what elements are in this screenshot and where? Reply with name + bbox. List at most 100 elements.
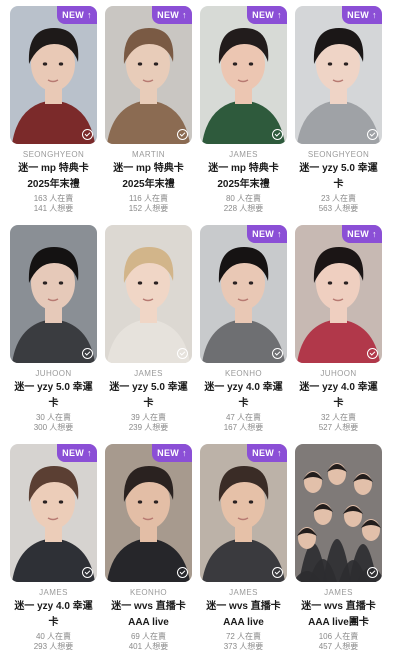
arrow-up-icon: ↑: [372, 9, 377, 20]
photocard-item[interactable]: NEW ↑ MARTIN 迷一 mp 特典卡 2025年末禮 116 人在賣 15…: [105, 6, 192, 225]
member-portrait: [10, 444, 97, 582]
wanted-count: 167 人想要: [223, 423, 264, 432]
selling-count: 39 人在賣: [130, 413, 167, 422]
card-title-line1: 迷一 mp 特典卡: [113, 163, 184, 174]
arrow-up-icon: ↑: [182, 9, 187, 20]
new-badge: NEW ↑: [57, 444, 97, 462]
member-name: KEONHO: [129, 588, 168, 597]
card-title-line2: AAA live團卡: [308, 617, 369, 628]
wanted-count: 228 人想要: [223, 204, 264, 213]
photocard-item[interactable]: NEW↑ JUHOON 迷一 yzy 5.0 幸運 卡 30 人在賣 300 人…: [10, 225, 97, 444]
photocard-image[interactable]: NEW↑: [105, 225, 192, 363]
card-title-line2: 卡: [238, 398, 249, 409]
photocard-item[interactable]: NEW ↑ JAMES 迷一 wvs 直播卡 AAA live 72 人在賣 37…: [200, 444, 287, 663]
selling-count: 32 人在賣: [320, 413, 357, 422]
photocard-item[interactable]: NEW↑ JAMES 迷一 yzy 5.0 幸運 卡 39 人在賣 239 人想…: [105, 225, 192, 444]
member-name: JAMES: [229, 150, 258, 159]
photocard-item[interactable]: NEW ↑ KEONHO 迷一 wvs 直播卡 AAA live 69 人在賣 4…: [105, 444, 192, 663]
card-title-line2: 卡: [48, 398, 59, 409]
photocard-image[interactable]: NEW↑: [200, 444, 287, 582]
check-circle-icon[interactable]: [272, 348, 283, 359]
wanted-count: 457 人想要: [318, 642, 359, 651]
selling-count: 69 人在賣: [130, 632, 167, 641]
selling-count: 40 人在賣: [35, 632, 72, 641]
arrow-up-icon: ↑: [277, 9, 282, 20]
card-title-line2: 2025年末禮: [27, 179, 80, 190]
photocard-item[interactable]: NEW ↑ JUHOON 迷一 yzy 4.0 幸運 卡 32 人在賣 527 人…: [295, 225, 382, 444]
selling-count: 116 人在賣: [129, 194, 168, 203]
check-circle-icon[interactable]: [272, 129, 283, 140]
member-name: JAMES: [324, 588, 353, 597]
photocard-image[interactable]: NEW↑: [200, 225, 287, 363]
photocard-item[interactable]: NEW ↑ KEONHO 迷一 yzy 4.0 幸運 卡 47 人在賣 167 人…: [200, 225, 287, 444]
check-circle-icon[interactable]: [82, 567, 93, 578]
new-badge: NEW ↑: [152, 6, 192, 24]
new-badge-label: NEW: [252, 229, 275, 239]
photocard-image[interactable]: NEW↑: [295, 225, 382, 363]
new-badge-label: NEW: [252, 448, 275, 458]
member-name: JAMES: [134, 369, 163, 378]
photocard-item[interactable]: NEW↑ JAMES 迷一 wvs 直播卡 AAA live團卡 106 人在賣…: [295, 444, 382, 663]
member-portrait: [200, 444, 287, 582]
selling-count: 106 人在賣: [318, 632, 359, 641]
check-circle-icon[interactable]: [272, 567, 283, 578]
member-portrait: [105, 444, 192, 582]
arrow-up-icon: ↑: [87, 447, 92, 458]
wanted-count: 300 人想要: [33, 423, 74, 432]
selling-count: 47 人在賣: [225, 413, 262, 422]
check-circle-icon[interactable]: [177, 567, 188, 578]
check-circle-icon[interactable]: [367, 348, 378, 359]
photocard-image[interactable]: NEW↑: [295, 6, 382, 144]
photocard-image[interactable]: NEW↑: [105, 6, 192, 144]
card-title-line1: 迷一 yzy 4.0 幸運: [204, 382, 283, 393]
member-name: MARTIN: [132, 150, 165, 159]
photocard-item[interactable]: NEW ↑ SEONGHYEON 迷一 yzy 5.0 幸運 卡 23 人在賣 5…: [295, 6, 382, 225]
member-portrait: [295, 6, 382, 144]
card-title-line1: 迷一 mp 特典卡: [18, 163, 89, 174]
photocard-item[interactable]: NEW ↑ JAMES 迷一 yzy 4.0 幸運 卡 40 人在賣 293 人想…: [10, 444, 97, 663]
photocard-image[interactable]: NEW↑: [10, 444, 97, 582]
check-circle-icon[interactable]: [82, 348, 93, 359]
photocard-image[interactable]: NEW↑: [10, 225, 97, 363]
selling-count: 163 人在賣: [33, 194, 74, 203]
new-badge: NEW ↑: [152, 444, 192, 462]
wanted-count: 401 人想要: [128, 642, 169, 651]
new-badge: NEW ↑: [247, 225, 287, 243]
member-portrait: [295, 444, 382, 582]
member-name: JUHOON: [35, 369, 72, 378]
check-circle-icon[interactable]: [367, 129, 378, 140]
photocard-image[interactable]: NEW↑: [200, 6, 287, 144]
card-title-line2: 卡: [333, 398, 344, 409]
member-portrait: [10, 6, 97, 144]
new-badge-label: NEW: [62, 10, 85, 20]
photocard-item[interactable]: NEW ↑ JAMES 迷一 mp 特典卡 2025年末禮 80 人在賣 228 …: [200, 6, 287, 225]
photocard-image[interactable]: NEW↑: [295, 444, 382, 582]
check-circle-icon[interactable]: [367, 567, 378, 578]
new-badge-label: NEW: [62, 448, 85, 458]
wanted-count: 239 人想要: [128, 423, 169, 432]
photocard-grid: NEW ↑ SEONGHYEON 迷一 mp 特典卡 2025年末禮 163 人在…: [10, 6, 382, 663]
arrow-up-icon: ↑: [277, 447, 282, 458]
arrow-up-icon: ↑: [87, 9, 92, 20]
selling-count: 30 人在賣: [35, 413, 72, 422]
check-circle-icon[interactable]: [82, 129, 93, 140]
photocard-image[interactable]: NEW↑: [10, 6, 97, 144]
member-name: SEONGHYEON: [307, 150, 370, 159]
check-circle-icon[interactable]: [177, 348, 188, 359]
arrow-up-icon: ↑: [372, 228, 377, 239]
card-title-line2: 卡: [48, 617, 59, 628]
new-badge: NEW ↑: [342, 6, 382, 24]
member-portrait: [10, 225, 97, 363]
card-title-line2: 2025年末禮: [217, 179, 270, 190]
member-name: SEONGHYEON: [22, 150, 85, 159]
check-circle-icon[interactable]: [177, 129, 188, 140]
member-portrait: [200, 225, 287, 363]
card-title-line2: 卡: [143, 398, 154, 409]
member-name: KEONHO: [224, 369, 263, 378]
photocard-image[interactable]: NEW↑: [105, 444, 192, 582]
photocard-item[interactable]: NEW ↑ SEONGHYEON 迷一 mp 特典卡 2025年末禮 163 人在…: [10, 6, 97, 225]
card-title-line1: 迷一 yzy 5.0 幸運: [109, 382, 188, 393]
wanted-count: 527 人想要: [318, 423, 359, 432]
card-title-line2: AAA live: [128, 617, 169, 628]
member-portrait: [295, 225, 382, 363]
